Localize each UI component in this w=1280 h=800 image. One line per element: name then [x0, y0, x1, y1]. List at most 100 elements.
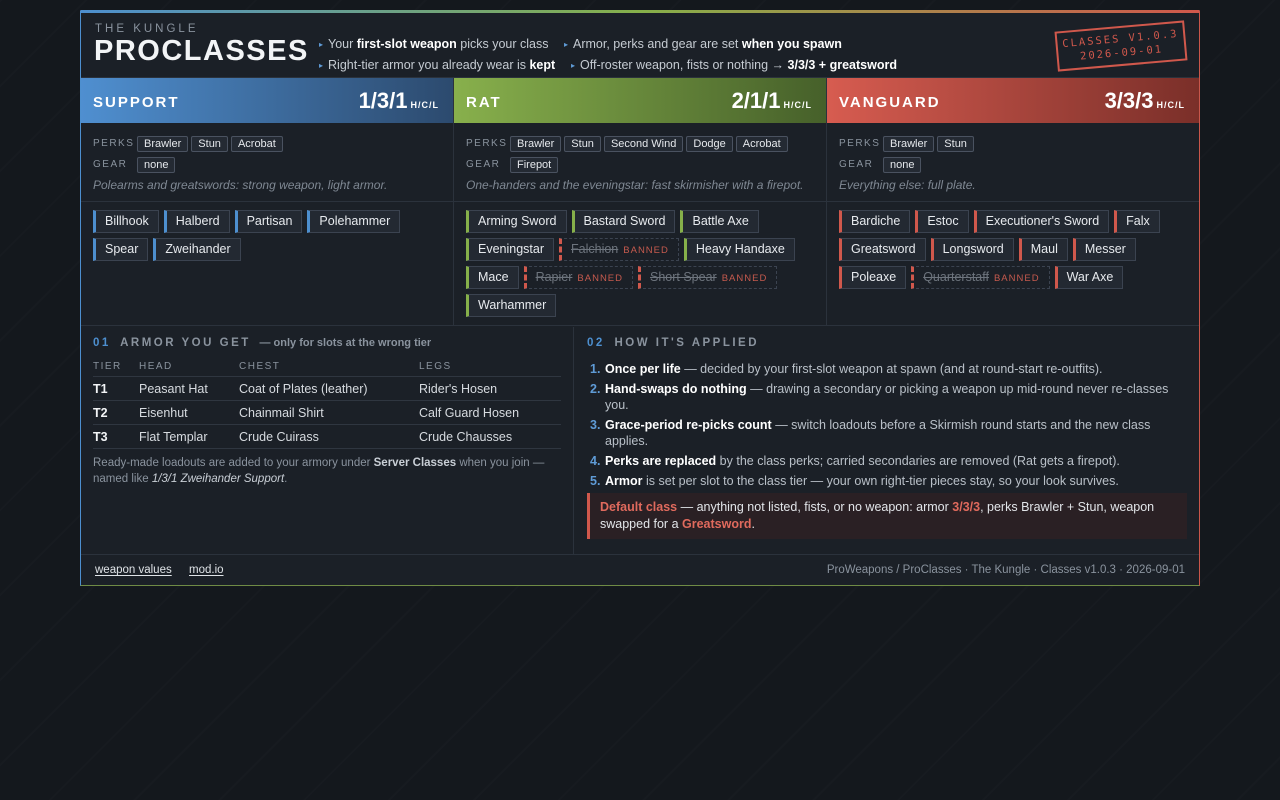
class-columns: SUPPORT 1/3/1 H/C/L PERKS Brawler Stun Ac…: [81, 77, 1199, 326]
highlight-2: ▸ Armor, perks and gear are set when you …: [564, 37, 842, 51]
weapon-chip-banned: Falchion BANNED: [559, 238, 679, 261]
weapon-chip: Bardiche: [839, 210, 911, 233]
perks-label: PERKS: [93, 138, 135, 149]
perk-chip: Second Wind: [603, 135, 684, 152]
gear-row: GEAR none: [93, 154, 441, 175]
gear-label: GEAR: [839, 159, 874, 170]
perks-label: PERKS: [839, 138, 881, 149]
gear-row: GEAR Firepot: [466, 154, 814, 175]
class-name: SUPPORT: [93, 94, 180, 111]
version-stamp: CLASSES V1.0.3 2026-09-01: [1054, 20, 1188, 72]
class-name: VANGUARD: [839, 94, 941, 111]
weapon-chip: Maul: [1018, 238, 1068, 261]
table-row: T3 Flat Templar Crude Cuirass Crude Chau…: [93, 424, 561, 449]
perk-chip: Brawler: [510, 135, 562, 152]
tier-cell: T1: [93, 376, 139, 401]
rules-list: 1. Once per life — decided by your first-…: [587, 361, 1187, 489]
perk-chip: Brawler: [137, 135, 189, 152]
weapon-chip: Falx: [1114, 210, 1160, 233]
rule-item: 1. Once per life — decided by your first-…: [590, 362, 1103, 376]
gear-chip: none: [137, 156, 176, 173]
table-header-row: TIER HEAD CHEST LEGS: [93, 361, 561, 377]
perk-chip: Stun: [191, 135, 228, 152]
banned-label: BANNED: [577, 273, 623, 284]
class-description: Everything else: full plate.: [839, 178, 976, 192]
gear-row: GEAR none: [839, 154, 1187, 175]
gear-chip: none: [883, 156, 922, 173]
perks-row: PERKS Brawler Stun Acrobat: [93, 133, 441, 154]
class-meta: PERKS Brawler Stun GEAR none Everything …: [827, 123, 1199, 202]
section-number: 01: [93, 337, 111, 349]
class-meta: PERKS Brawler Stun Acrobat GEAR none Pol…: [81, 123, 453, 202]
armory-note: Ready-made loadouts are added to your ar…: [93, 457, 545, 485]
perk-chip: Acrobat: [230, 135, 283, 152]
triangle-bullet-icon: ▸: [564, 40, 569, 49]
chest-cell: Chainmail Shirt: [239, 400, 419, 425]
weapon-chip: Mace: [466, 266, 519, 289]
column-header: HEAD: [139, 361, 239, 377]
perk-chip: Dodge: [686, 135, 733, 152]
class-column-rat: RAT 2/1/1 H/C/L PERKS Brawler Stun Second…: [454, 78, 827, 325]
weapon-chip: Messer: [1072, 238, 1136, 261]
weapon-chip: Eveningstar: [466, 238, 555, 261]
gear-chip: Firepot: [510, 156, 559, 173]
section-heading: ARMOR YOU GET: [120, 337, 251, 349]
legs-cell: Crude Chausses: [419, 424, 561, 449]
weapon-list: Arming Sword Bastard Sword Battle Axe Eveni…: [454, 202, 826, 322]
column-header: LEGS: [419, 361, 561, 377]
weapon-chip: Arming Sword: [466, 210, 567, 233]
modio-link[interactable]: mod.io: [189, 564, 224, 576]
triangle-bullet-icon: ▸: [571, 61, 576, 70]
rule-item: 2. Hand-swaps do nothing — drawing a seco…: [590, 382, 1169, 412]
column-header: CHEST: [239, 361, 419, 377]
weapon-chip: Battle Axe: [680, 210, 759, 233]
weapon-chip: Partisan: [234, 210, 303, 233]
class-description: One-handers and the eveningstar: fast sk…: [466, 178, 804, 192]
weapon-chip: Longsword: [930, 238, 1014, 261]
chest-cell: Crude Cuirass: [239, 424, 419, 449]
class-header: SUPPORT 1/3/1 H/C/L: [81, 78, 453, 123]
highlight-4: ▸ Off-roster weapon, fists or nothing → 3…: [571, 58, 897, 72]
armor-table: TIER HEAD CHEST LEGS T1 Peasant Hat Coat…: [93, 361, 561, 449]
class-header: VANGUARD 3/3/3 H/C/L: [827, 78, 1199, 123]
triangle-bullet-icon: ▸: [319, 40, 324, 49]
perk-chip: Stun: [564, 135, 601, 152]
class-header: RAT 2/1/1 H/C/L: [454, 78, 826, 123]
weapon-chip: Warhammer: [466, 294, 557, 317]
banned-label: BANNED: [993, 273, 1040, 284]
perk-chip: Stun: [937, 135, 974, 152]
weapon-list: Bardiche Estoc Executioner's Sword Falx Grea…: [827, 202, 1199, 294]
rule-item: 4. Perks are replaced by the class perks;…: [590, 454, 1120, 468]
applied-section: 02 HOW IT'S APPLIED 1. Once per life — de…: [575, 327, 1199, 554]
gear-label: GEAR: [93, 159, 128, 170]
footer-credits: ProWeapons / ProClasses · The Kungle · C…: [826, 564, 1185, 576]
legs-cell: Rider's Hosen: [419, 376, 561, 401]
weapon-chip: War Axe: [1054, 266, 1124, 289]
weapon-chip: Spear: [93, 238, 149, 261]
weapon-chip-banned: Quarterstaff BANNED: [911, 266, 1050, 289]
perks-label: PERKS: [466, 138, 508, 149]
class-meta: PERKS Brawler Stun Second Wind Dodge Acr…: [454, 123, 826, 202]
chest-cell: Coat of Plates (leather): [239, 376, 419, 401]
weapon-values-link[interactable]: weapon values: [95, 564, 172, 576]
rule-item: 3. Grace-period re-picks count — switch l…: [590, 418, 1151, 448]
perks-row: PERKS Brawler Stun Second Wind Dodge Acr…: [466, 133, 814, 154]
default-class-callout: Default class — anything not listed, fis…: [587, 493, 1187, 539]
class-armor-value: 2/1/1 H/C/L: [731, 88, 812, 113]
class-name: RAT: [466, 94, 502, 111]
section-heading: HOW IT'S APPLIED: [614, 337, 760, 349]
section-number: 02: [587, 337, 605, 349]
class-description: Polearms and greatswords: strong weapon,…: [93, 178, 388, 192]
section-title: 02 HOW IT'S APPLIED: [587, 337, 1187, 349]
section-title: 01 ARMOR YOU GET — only for slots at the…: [93, 337, 561, 349]
banned-label: BANNED: [721, 273, 768, 284]
weapon-chip: Greatsword: [839, 238, 926, 261]
table-row: T2 Eisenhut Chainmail Shirt Calf Guard H…: [93, 400, 561, 425]
class-column-support: SUPPORT 1/3/1 H/C/L PERKS Brawler Stun Ac…: [81, 78, 454, 325]
weapon-chip-banned: Short Spear BANNED: [638, 266, 778, 289]
proclasses-card: THE KUNGLE PROCLASSES ▸ Your first-slot w…: [80, 10, 1200, 586]
gear-label: GEAR: [466, 159, 501, 170]
weapon-list: Billhook Halberd Partisan Polehammer Spear Zw…: [81, 202, 453, 266]
header: THE KUNGLE PROCLASSES ▸ Your first-slot w…: [81, 13, 1199, 78]
head-cell: Eisenhut: [139, 400, 239, 425]
